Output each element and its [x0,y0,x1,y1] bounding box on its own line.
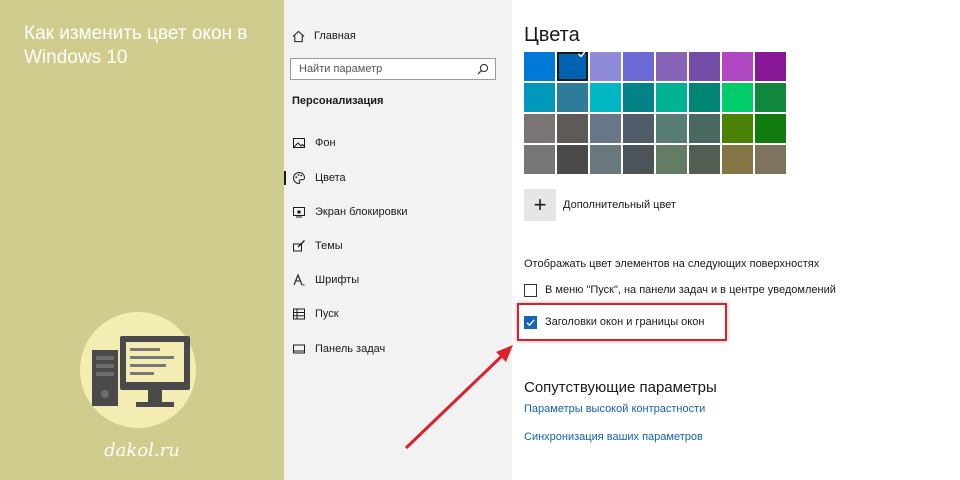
sidebar-item-label: Пуск [315,308,339,320]
checkmark-icon [526,318,535,326]
search-input[interactable] [297,62,481,76]
start-taskbar-checkbox[interactable] [524,283,537,297]
color-swatch[interactable] [689,83,720,112]
picture-icon [293,138,305,148]
color-swatch[interactable] [524,145,555,174]
custom-color-label: Дополнительный цвет [563,199,676,211]
site-name: dakol.ru [104,440,180,461]
color-swatch[interactable] [590,83,621,112]
start-icon [293,308,305,320]
sync-settings-link[interactable]: Синхронизация ваших параметров [524,431,703,443]
search-box[interactable] [290,58,496,80]
color-swatch[interactable] [524,52,555,81]
sidebar-item-label: Экран блокировки [315,206,408,218]
checkbox-label: В меню "Пуск", на панели задач и в центр… [545,284,836,296]
color-swatch[interactable] [755,52,786,81]
color-swatch[interactable] [722,83,753,112]
computer-desktop-icon [92,336,190,407]
color-swatch-grid [524,50,794,176]
article-title: Как изменить цвет окон в Windows 10 [24,23,248,68]
color-swatch[interactable] [656,145,687,174]
high-contrast-link[interactable]: Параметры высокой контрастности [524,403,705,415]
sidebar-item-background[interactable]: Фон [284,132,512,154]
site-logo [80,312,196,428]
title-bars-checkbox[interactable] [524,315,537,329]
sidebar-item-taskbar[interactable]: Панель задач [284,338,512,360]
color-swatch[interactable] [524,83,555,112]
color-swatch[interactable] [722,52,753,81]
related-settings-heading: Сопутствующие параметры [524,379,717,396]
color-swatch[interactable] [755,83,786,112]
color-swatch[interactable] [656,52,687,81]
lock-screen-icon [293,207,305,218]
color-swatch[interactable] [689,52,720,81]
color-swatch[interactable] [590,145,621,174]
article-banner: Как изменить цвет окон в Windows 10 dako… [0,0,284,480]
custom-color-button[interactable]: + Дополнительный цвет [524,188,676,222]
palette-icon [293,171,306,185]
color-swatch[interactable] [656,114,687,143]
sidebar-item-label: Панель задач [315,343,386,355]
title-bars-color-option[interactable]: Заголовки окон и границы окон [524,314,704,330]
color-swatch[interactable] [755,114,786,143]
color-swatch[interactable] [590,114,621,143]
color-swatch[interactable] [722,145,753,174]
plus-icon[interactable]: + [524,189,556,221]
color-swatch[interactable] [524,114,555,143]
color-swatch[interactable] [623,145,654,174]
color-swatch[interactable] [689,114,720,143]
sidebar-item-label: Шрифты [315,274,360,286]
checkmark-icon [578,50,587,58]
color-swatch[interactable] [557,50,588,81]
sidebar-item-colors[interactable]: Цвета [284,167,512,189]
taskbar-icon [293,344,305,354]
font-icon [293,273,305,286]
start-taskbar-color-option[interactable]: В меню "Пуск", на панели задач и в центр… [524,282,836,298]
sidebar-item-label: Фон [315,137,336,149]
sidebar-item-start[interactable]: Пуск [284,303,512,325]
surfaces-heading: Отображать цвет элементов на следующих п… [524,258,820,270]
search-icon[interactable] [477,63,489,75]
sidebar-item-label: Цвета [315,172,346,184]
color-swatch[interactable] [623,83,654,112]
settings-nav-pane: Главная Персонализация Фон Цвета Экран [284,0,512,480]
colors-settings-page: Цвета + Дополнительный цвет Отображать ц… [512,0,960,480]
nav-home[interactable]: Главная [292,26,356,46]
color-swatch[interactable] [722,114,753,143]
nav-home-label: Главная [314,30,356,42]
color-swatch[interactable] [755,145,786,174]
nav-section-title: Персонализация [292,95,384,107]
checkbox-label: Заголовки окон и границы окон [545,316,705,328]
color-swatch[interactable] [590,52,621,81]
color-swatch[interactable] [656,83,687,112]
color-swatch[interactable] [623,114,654,143]
color-swatch[interactable] [557,145,588,174]
page-title: Цвета [524,24,580,46]
home-icon [292,30,305,42]
color-swatch[interactable] [557,114,588,143]
color-swatch[interactable] [557,83,588,112]
sidebar-item-lock-screen[interactable]: Экран блокировки [284,201,512,223]
color-swatch[interactable] [623,52,654,81]
sidebar-item-fonts[interactable]: Шрифты [284,269,512,291]
sidebar-item-themes[interactable]: Темы [284,235,512,257]
brush-icon [293,240,305,252]
color-swatch[interactable] [689,145,720,174]
sidebar-item-label: Темы [315,240,343,252]
